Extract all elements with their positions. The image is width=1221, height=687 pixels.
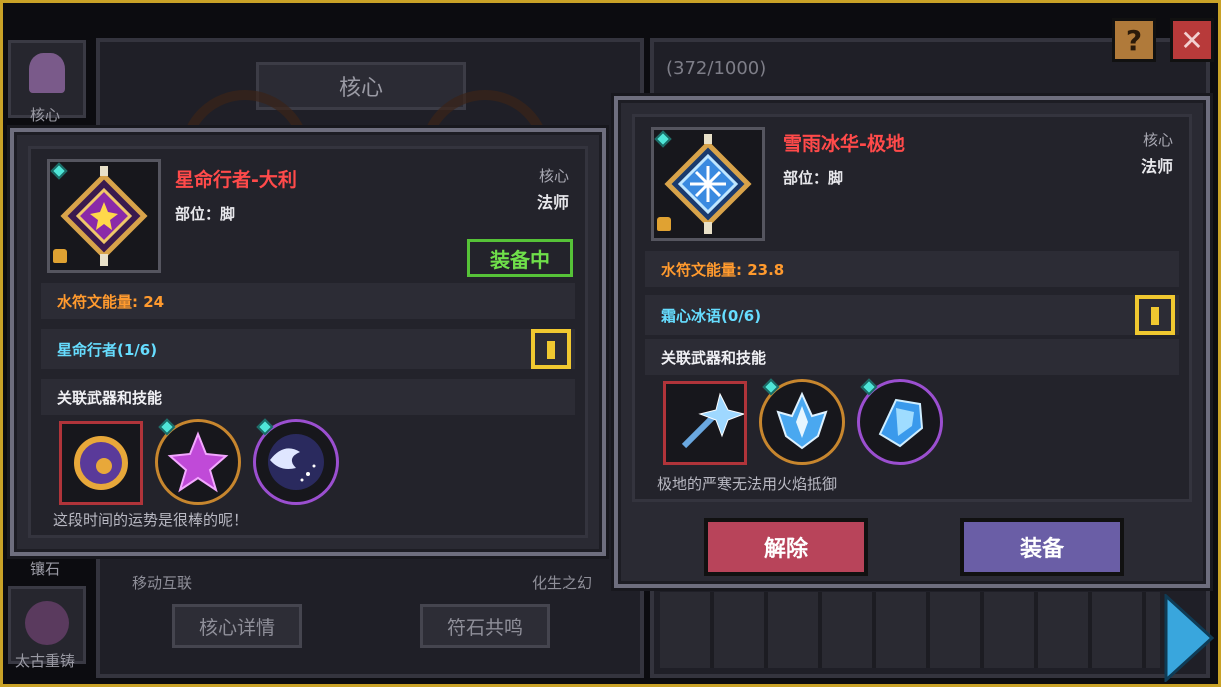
equipped-rune-card-inner: 星命行者-大利 部位：脚 核心 法师 装备中 水符文能量: 24 星命行者(1/…	[28, 146, 588, 538]
rune-energy-row: 水符文能量: 24	[41, 283, 575, 319]
set-bonus-row[interactable]: 霜心冰语(0/6)	[645, 295, 1179, 335]
help-button[interactable]: ?	[1112, 18, 1156, 62]
related-skills-row: 关联武器和技能	[645, 339, 1179, 375]
next-arrow-button[interactable]	[1164, 592, 1216, 684]
selected-rune-class: 法师	[1140, 157, 1173, 176]
rune-energy-text: 水符文能量: 23.8	[661, 260, 785, 279]
lock-icon	[53, 249, 67, 263]
rune-progress: (372/1000)	[666, 58, 767, 79]
related-skills-label: 关联武器和技能	[661, 348, 767, 367]
core-detail-button[interactable]: 核心详情	[172, 604, 302, 648]
set-bonus-info-icon-bar	[547, 341, 555, 359]
equipped-rune-card: 星命行者-大利 部位：脚 核心 法师 装备中 水符文能量: 24 星命行者(1/…	[10, 128, 606, 556]
purple-star-skill-icon	[167, 431, 229, 493]
reforge-tab-icon	[25, 601, 69, 645]
bottom-right-label: 化生之幻	[532, 574, 593, 592]
ice-crystal-skill-icon	[776, 391, 828, 450]
skill-slot-1[interactable]	[663, 381, 747, 465]
rune-energy-row: 水符文能量: 23.8	[645, 251, 1179, 287]
set-bonus-info-icon-bar	[1151, 307, 1159, 325]
equipped-rune-class: 法师	[536, 193, 569, 212]
remove-button[interactable]: 解除	[704, 518, 868, 576]
selected-rune-name: 雪雨冰华-极地	[783, 133, 905, 155]
set-bonus-row[interactable]: 星命行者(1/6)	[41, 329, 575, 369]
side-tab-reforge-label: 太古重铸	[14, 652, 75, 670]
golden-orb-weapon-icon	[74, 436, 128, 490]
equipped-rune-category: 核心	[538, 167, 569, 185]
set-bonus-text: 星命行者(1/6)	[57, 340, 158, 359]
close-button[interactable]: ✕	[1170, 18, 1214, 62]
selected-rune-description: 极地的严寒无法用火焰抵御	[657, 475, 838, 493]
selected-rune-card: 雪雨冰华-极地 部位：脚 核心 法师 水符文能量: 23.8 霜心冰语(0/6)…	[614, 96, 1210, 588]
equipped-rune-name: 星命行者-大利	[175, 169, 297, 191]
related-skills-label: 关联武器和技能	[57, 388, 163, 407]
set-bonus-text: 霜心冰语(0/6)	[661, 306, 762, 325]
selected-rune-category: 核心	[1142, 131, 1173, 149]
skill-slot-1[interactable]	[59, 421, 143, 505]
core-section-title: 核心	[256, 62, 466, 110]
rune-energy-text: 水符文能量: 24	[57, 292, 165, 311]
core-tab-icon	[29, 53, 65, 93]
set-bonus-info-icon[interactable]	[531, 329, 571, 369]
equipped-rune-slot: 部位：脚	[175, 205, 236, 223]
frost-shard-skill-icon	[878, 398, 924, 448]
night-wave-skill-icon	[268, 434, 324, 490]
side-tab-inlay-label[interactable]: 镶石	[0, 558, 90, 579]
bottom-left-label: 移动互联	[132, 574, 193, 592]
equipped-rune-description: 这段时间的运势是很棒的呢！	[53, 511, 249, 529]
lock-icon	[657, 217, 671, 231]
rune-resonance-button[interactable]: 符石共鸣	[420, 604, 550, 648]
equip-button[interactable]: 装备	[960, 518, 1124, 576]
selected-rune-card-inner: 雪雨冰华-极地 部位：脚 核心 法师 水符文能量: 23.8 霜心冰语(0/6)…	[632, 114, 1192, 502]
set-bonus-info-icon[interactable]	[1135, 295, 1175, 335]
ice-staff-weapon-icon	[681, 392, 746, 449]
next-arrow-icon	[1164, 592, 1215, 684]
selected-rune-slot: 部位：脚	[783, 169, 844, 187]
side-tab-core-label: 核心	[29, 106, 60, 124]
rune-slots-background	[660, 592, 1160, 668]
equipped-status-badge: 装备中	[467, 239, 573, 277]
related-skills-row: 关联武器和技能	[41, 379, 575, 415]
